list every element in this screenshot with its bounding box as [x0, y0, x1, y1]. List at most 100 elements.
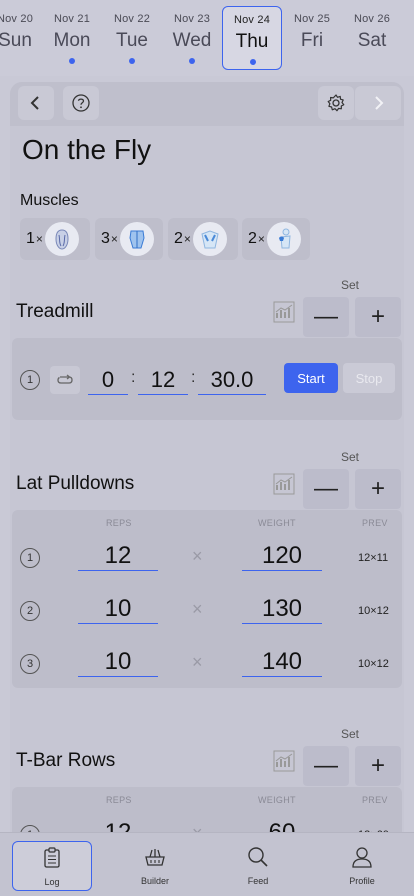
seconds-input[interactable]: 30.0 — [198, 365, 266, 395]
exercise-name[interactable]: Lat Pulldowns — [16, 473, 134, 495]
shoulder-body-icon — [266, 222, 301, 256]
chevron-right-icon — [375, 96, 384, 110]
weekday-label: Thu — [235, 31, 269, 52]
weekday-label: Tue — [115, 30, 149, 51]
weekday-label: Fri — [300, 30, 324, 51]
timer-start-button[interactable]: Start — [284, 363, 338, 393]
date-label: Nov 25 — [293, 13, 331, 25]
back-button[interactable] — [18, 86, 54, 120]
tab-profile[interactable]: Profile — [322, 841, 402, 891]
tab-label: Log — [44, 877, 60, 887]
chevron-left-icon — [30, 96, 39, 110]
weekday-label: Sun — [0, 30, 32, 51]
weight-input[interactable]: 140 — [242, 647, 322, 677]
reps-input[interactable]: 10 — [78, 647, 158, 677]
clipboard-icon — [44, 847, 60, 868]
reps-column-header: REPS — [106, 518, 132, 528]
heart-body-icon — [44, 222, 79, 256]
basket-icon — [145, 849, 165, 866]
tab-builder[interactable]: Builder — [115, 841, 195, 891]
bottom-tab-bar: Log Builder Feed Profile — [0, 832, 414, 896]
weight-input[interactable]: 130 — [242, 594, 322, 624]
date-label: Nov 22 — [113, 13, 151, 25]
date-thu-selected[interactable]: Nov 24 Thu — [222, 6, 282, 70]
muscle-chip[interactable]: 2 × — [168, 218, 238, 260]
prev-column-header: PREV — [362, 518, 388, 528]
back-body-icon — [119, 222, 154, 256]
muscle-chip[interactable]: 2 × — [242, 218, 310, 260]
date-tue[interactable]: Nov 22 Tue — [102, 6, 162, 70]
person-icon — [352, 847, 372, 868]
times-sign: × — [183, 232, 191, 246]
date-sun[interactable]: Nov 20 Sun — [0, 6, 45, 70]
repeat-toggle[interactable] — [50, 366, 80, 394]
date-label: Nov 26 — [353, 13, 391, 25]
date-label: Nov 21 — [53, 13, 91, 25]
date-strip: Nov 20 Sun Nov 21 Mon Nov 22 Tue Nov 23 … — [0, 0, 414, 76]
previous-value: 12×11 — [358, 552, 389, 564]
weight-column-header: WEIGHT — [258, 795, 296, 805]
date-label: Nov 24 — [233, 14, 271, 26]
add-set-button[interactable]: + — [355, 297, 401, 337]
date-mon[interactable]: Nov 21 Mon — [42, 6, 102, 70]
muscle-count: 2 — [248, 230, 257, 247]
help-button[interactable] — [63, 86, 99, 120]
tab-label: Builder — [140, 876, 169, 886]
timer-stop-button[interactable]: Stop — [343, 363, 395, 393]
set-label: Set — [341, 450, 360, 464]
muscle-chip[interactable]: 1 × — [20, 218, 90, 260]
reps-input[interactable]: 12 — [78, 541, 158, 571]
sets-table: REPS WEIGHT PREV 1 12 × 120 12×11 2 10 ×… — [12, 510, 402, 688]
workout-toolbar — [10, 82, 404, 126]
weekday-label: Wed — [172, 30, 212, 51]
times-sign: × — [110, 232, 118, 246]
remove-set-button[interactable]: — — [303, 469, 349, 509]
tab-feed[interactable]: Feed — [218, 841, 298, 891]
weight-column-header: WEIGHT — [258, 518, 296, 528]
date-sat[interactable]: Nov 26 Sat — [342, 6, 402, 70]
workout-title[interactable]: On the Fly — [22, 134, 151, 166]
tab-log[interactable]: Log — [12, 841, 92, 891]
times-sign: × — [192, 652, 203, 672]
set-number: 1 — [20, 548, 40, 568]
set-number: 1 — [20, 370, 40, 390]
weekday-label: Sat — [357, 30, 387, 51]
hours-input[interactable]: 0 — [88, 365, 128, 395]
date-fri[interactable]: Nov 25 Fri — [282, 6, 342, 70]
add-set-button[interactable]: + — [355, 469, 401, 509]
muscle-chip[interactable]: 3 × — [95, 218, 163, 260]
times-sign: × — [257, 232, 265, 246]
settings-button[interactable] — [318, 86, 354, 120]
workout-dot-indicator — [250, 59, 256, 65]
muscle-count: 1 — [26, 230, 35, 247]
workout-dot-indicator — [129, 58, 135, 64]
question-circle-icon — [72, 94, 90, 112]
muscle-count: 2 — [174, 230, 183, 247]
times-sign: × — [192, 546, 203, 566]
gear-icon — [327, 94, 345, 112]
workout-card: On the Fly Muscles 1 × 3 × 2 × 2 × Set T… — [10, 82, 404, 842]
remove-set-button[interactable]: — — [303, 297, 349, 337]
remove-set-button[interactable]: — — [303, 746, 349, 786]
tab-label: Profile — [349, 876, 375, 886]
date-label: Nov 23 — [173, 13, 211, 25]
muscle-count: 3 — [101, 230, 110, 247]
cardio-set-panel: 1 0 : 12 : 30.0 Start Stop — [12, 338, 402, 420]
weekday-label: Mon — [53, 30, 91, 51]
reps-input[interactable]: 10 — [78, 594, 158, 624]
progress-chart-icon[interactable] — [272, 749, 296, 773]
search-icon — [248, 847, 268, 867]
exercise-name[interactable]: Treadmill — [16, 301, 93, 323]
progress-chart-icon[interactable] — [272, 472, 296, 496]
exercise-name[interactable]: T-Bar Rows — [16, 750, 115, 772]
minutes-input[interactable]: 12 — [138, 365, 188, 395]
set-number: 3 — [20, 654, 40, 674]
upper-back-body-icon — [192, 222, 227, 256]
tab-label: Feed — [247, 876, 269, 886]
set-label: Set — [341, 727, 360, 741]
date-wed[interactable]: Nov 23 Wed — [162, 6, 222, 70]
add-set-button[interactable]: + — [355, 746, 401, 786]
forward-button[interactable] — [355, 86, 401, 120]
weight-input[interactable]: 120 — [242, 541, 322, 571]
progress-chart-icon[interactable] — [272, 300, 296, 324]
